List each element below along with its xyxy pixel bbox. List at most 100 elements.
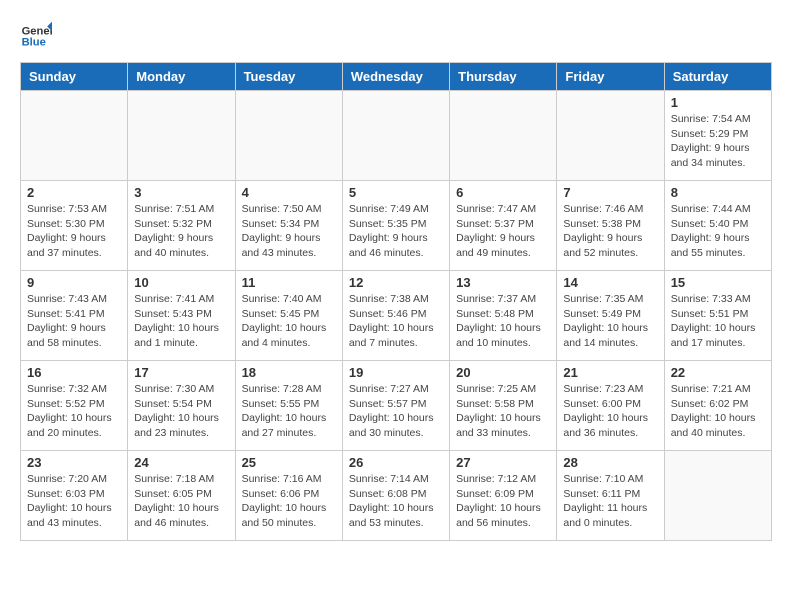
day-number: 26 [349,455,443,470]
day-info: Sunrise: 7:16 AM Sunset: 6:06 PM Dayligh… [242,472,336,531]
day-number: 20 [456,365,550,380]
svg-text:General: General [22,25,52,37]
day-number: 11 [242,275,336,290]
calendar-table: SundayMondayTuesdayWednesdayThursdayFrid… [20,62,772,541]
logo-icon: General Blue [20,20,52,52]
calendar-cell: 23 Sunrise: 7:20 AM Sunset: 6:03 PM Dayli… [21,451,128,541]
calendar-cell [664,451,771,541]
calendar-cell: 9Sunrise: 7:43 AM Sunset: 5:41 PM Daylig… [21,271,128,361]
day-info: Sunrise: 7:35 AM Sunset: 5:49 PM Dayligh… [563,292,657,351]
calendar-cell: 11 Sunrise: 7:40 AM Sunset: 5:45 PM Dayli… [235,271,342,361]
calendar-cell [450,91,557,181]
svg-text:Blue: Blue [22,37,46,49]
day-info: Sunrise: 7:47 AM Sunset: 5:37 PM Dayligh… [456,202,550,261]
calendar-cell: 12Sunrise: 7:38 AM Sunset: 5:46 PM Dayli… [342,271,449,361]
calendar-cell [128,91,235,181]
calendar-cell: 16 Sunrise: 7:32 AM Sunset: 5:52 PM Dayli… [21,361,128,451]
calendar-cell: 25 Sunrise: 7:16 AM Sunset: 6:06 PM Dayli… [235,451,342,541]
day-info: Sunrise: 7:23 AM Sunset: 6:00 PM Dayligh… [563,382,657,441]
calendar-cell: 21 Sunrise: 7:23 AM Sunset: 6:00 PM Dayli… [557,361,664,451]
calendar-cell: 15 Sunrise: 7:33 AM Sunset: 5:51 PM Dayli… [664,271,771,361]
calendar-cell: 24 Sunrise: 7:18 AM Sunset: 6:05 PM Dayli… [128,451,235,541]
day-info: Sunrise: 7:54 AM Sunset: 5:29 PM Dayligh… [671,112,765,171]
day-number: 9 [27,275,121,290]
day-number: 2 [27,185,121,200]
day-number: 24 [134,455,228,470]
day-number: 23 [27,455,121,470]
logo: General Blue [20,20,52,52]
calendar-cell: 7 Sunrise: 7:46 AM Sunset: 5:38 PM Daylig… [557,181,664,271]
calendar-cell: 14 Sunrise: 7:35 AM Sunset: 5:49 PM Dayli… [557,271,664,361]
day-info: Sunrise: 7:53 AM Sunset: 5:30 PM Dayligh… [27,202,121,261]
week-row-3: 9Sunrise: 7:43 AM Sunset: 5:41 PM Daylig… [21,271,772,361]
day-number: 21 [563,365,657,380]
day-info: Sunrise: 7:14 AM Sunset: 6:08 PM Dayligh… [349,472,443,531]
day-info: Sunrise: 7:25 AM Sunset: 5:58 PM Dayligh… [456,382,550,441]
page-header: General Blue [20,20,772,52]
weekday-header-tuesday: Tuesday [235,63,342,91]
day-number: 1 [671,95,765,110]
calendar-cell: 1 Sunrise: 7:54 AM Sunset: 5:29 PM Daylig… [664,91,771,181]
day-number: 13 [456,275,550,290]
day-info: Sunrise: 7:18 AM Sunset: 6:05 PM Dayligh… [134,472,228,531]
weekday-header-saturday: Saturday [664,63,771,91]
calendar-cell: 6 Sunrise: 7:47 AM Sunset: 5:37 PM Daylig… [450,181,557,271]
calendar-cell [21,91,128,181]
calendar-cell: 8 Sunrise: 7:44 AM Sunset: 5:40 PM Daylig… [664,181,771,271]
day-info: Sunrise: 7:37 AM Sunset: 5:48 PM Dayligh… [456,292,550,351]
day-info: Sunrise: 7:10 AM Sunset: 6:11 PM Dayligh… [563,472,657,531]
day-info: Sunrise: 7:38 AM Sunset: 5:46 PM Dayligh… [349,292,443,351]
day-number: 6 [456,185,550,200]
day-number: 5 [349,185,443,200]
weekday-header-friday: Friday [557,63,664,91]
day-info: Sunrise: 7:33 AM Sunset: 5:51 PM Dayligh… [671,292,765,351]
calendar-cell: 10 Sunrise: 7:41 AM Sunset: 5:43 PM Dayli… [128,271,235,361]
week-row-1: 1 Sunrise: 7:54 AM Sunset: 5:29 PM Daylig… [21,91,772,181]
day-info: Sunrise: 7:51 AM Sunset: 5:32 PM Dayligh… [134,202,228,261]
day-number: 15 [671,275,765,290]
calendar-cell: 18 Sunrise: 7:28 AM Sunset: 5:55 PM Dayli… [235,361,342,451]
day-number: 4 [242,185,336,200]
weekday-header-wednesday: Wednesday [342,63,449,91]
day-info: Sunrise: 7:49 AM Sunset: 5:35 PM Dayligh… [349,202,443,261]
calendar-cell: 28 Sunrise: 7:10 AM Sunset: 6:11 PM Dayli… [557,451,664,541]
day-info: Sunrise: 7:50 AM Sunset: 5:34 PM Dayligh… [242,202,336,261]
day-number: 7 [563,185,657,200]
day-number: 10 [134,275,228,290]
weekday-header-sunday: Sunday [21,63,128,91]
calendar-cell: 3 Sunrise: 7:51 AM Sunset: 5:32 PM Daylig… [128,181,235,271]
weekday-header-thursday: Thursday [450,63,557,91]
day-info: Sunrise: 7:20 AM Sunset: 6:03 PM Dayligh… [27,472,121,531]
day-info: Sunrise: 7:28 AM Sunset: 5:55 PM Dayligh… [242,382,336,441]
day-info: Sunrise: 7:41 AM Sunset: 5:43 PM Dayligh… [134,292,228,351]
day-number: 18 [242,365,336,380]
calendar-cell: 19Sunrise: 7:27 AM Sunset: 5:57 PM Dayli… [342,361,449,451]
calendar-cell: 4 Sunrise: 7:50 AM Sunset: 5:34 PM Daylig… [235,181,342,271]
day-info: Sunrise: 7:44 AM Sunset: 5:40 PM Dayligh… [671,202,765,261]
calendar-cell: 2 Sunrise: 7:53 AM Sunset: 5:30 PM Daylig… [21,181,128,271]
calendar-cell: 27Sunrise: 7:12 AM Sunset: 6:09 PM Dayli… [450,451,557,541]
day-number: 19 [349,365,443,380]
day-number: 14 [563,275,657,290]
calendar-cell: 22 Sunrise: 7:21 AM Sunset: 6:02 PM Dayli… [664,361,771,451]
calendar-cell: 26 Sunrise: 7:14 AM Sunset: 6:08 PM Dayli… [342,451,449,541]
weekday-header-monday: Monday [128,63,235,91]
day-number: 3 [134,185,228,200]
calendar-cell [235,91,342,181]
week-row-5: 23 Sunrise: 7:20 AM Sunset: 6:03 PM Dayli… [21,451,772,541]
day-number: 22 [671,365,765,380]
day-number: 16 [27,365,121,380]
weekday-header-row: SundayMondayTuesdayWednesdayThursdayFrid… [21,63,772,91]
day-info: Sunrise: 7:32 AM Sunset: 5:52 PM Dayligh… [27,382,121,441]
day-info: Sunrise: 7:46 AM Sunset: 5:38 PM Dayligh… [563,202,657,261]
day-number: 8 [671,185,765,200]
day-number: 25 [242,455,336,470]
day-info: Sunrise: 7:21 AM Sunset: 6:02 PM Dayligh… [671,382,765,441]
calendar-cell: 13 Sunrise: 7:37 AM Sunset: 5:48 PM Dayli… [450,271,557,361]
day-info: Sunrise: 7:30 AM Sunset: 5:54 PM Dayligh… [134,382,228,441]
week-row-2: 2 Sunrise: 7:53 AM Sunset: 5:30 PM Daylig… [21,181,772,271]
day-number: 28 [563,455,657,470]
calendar-cell [557,91,664,181]
day-info: Sunrise: 7:40 AM Sunset: 5:45 PM Dayligh… [242,292,336,351]
day-number: 17 [134,365,228,380]
